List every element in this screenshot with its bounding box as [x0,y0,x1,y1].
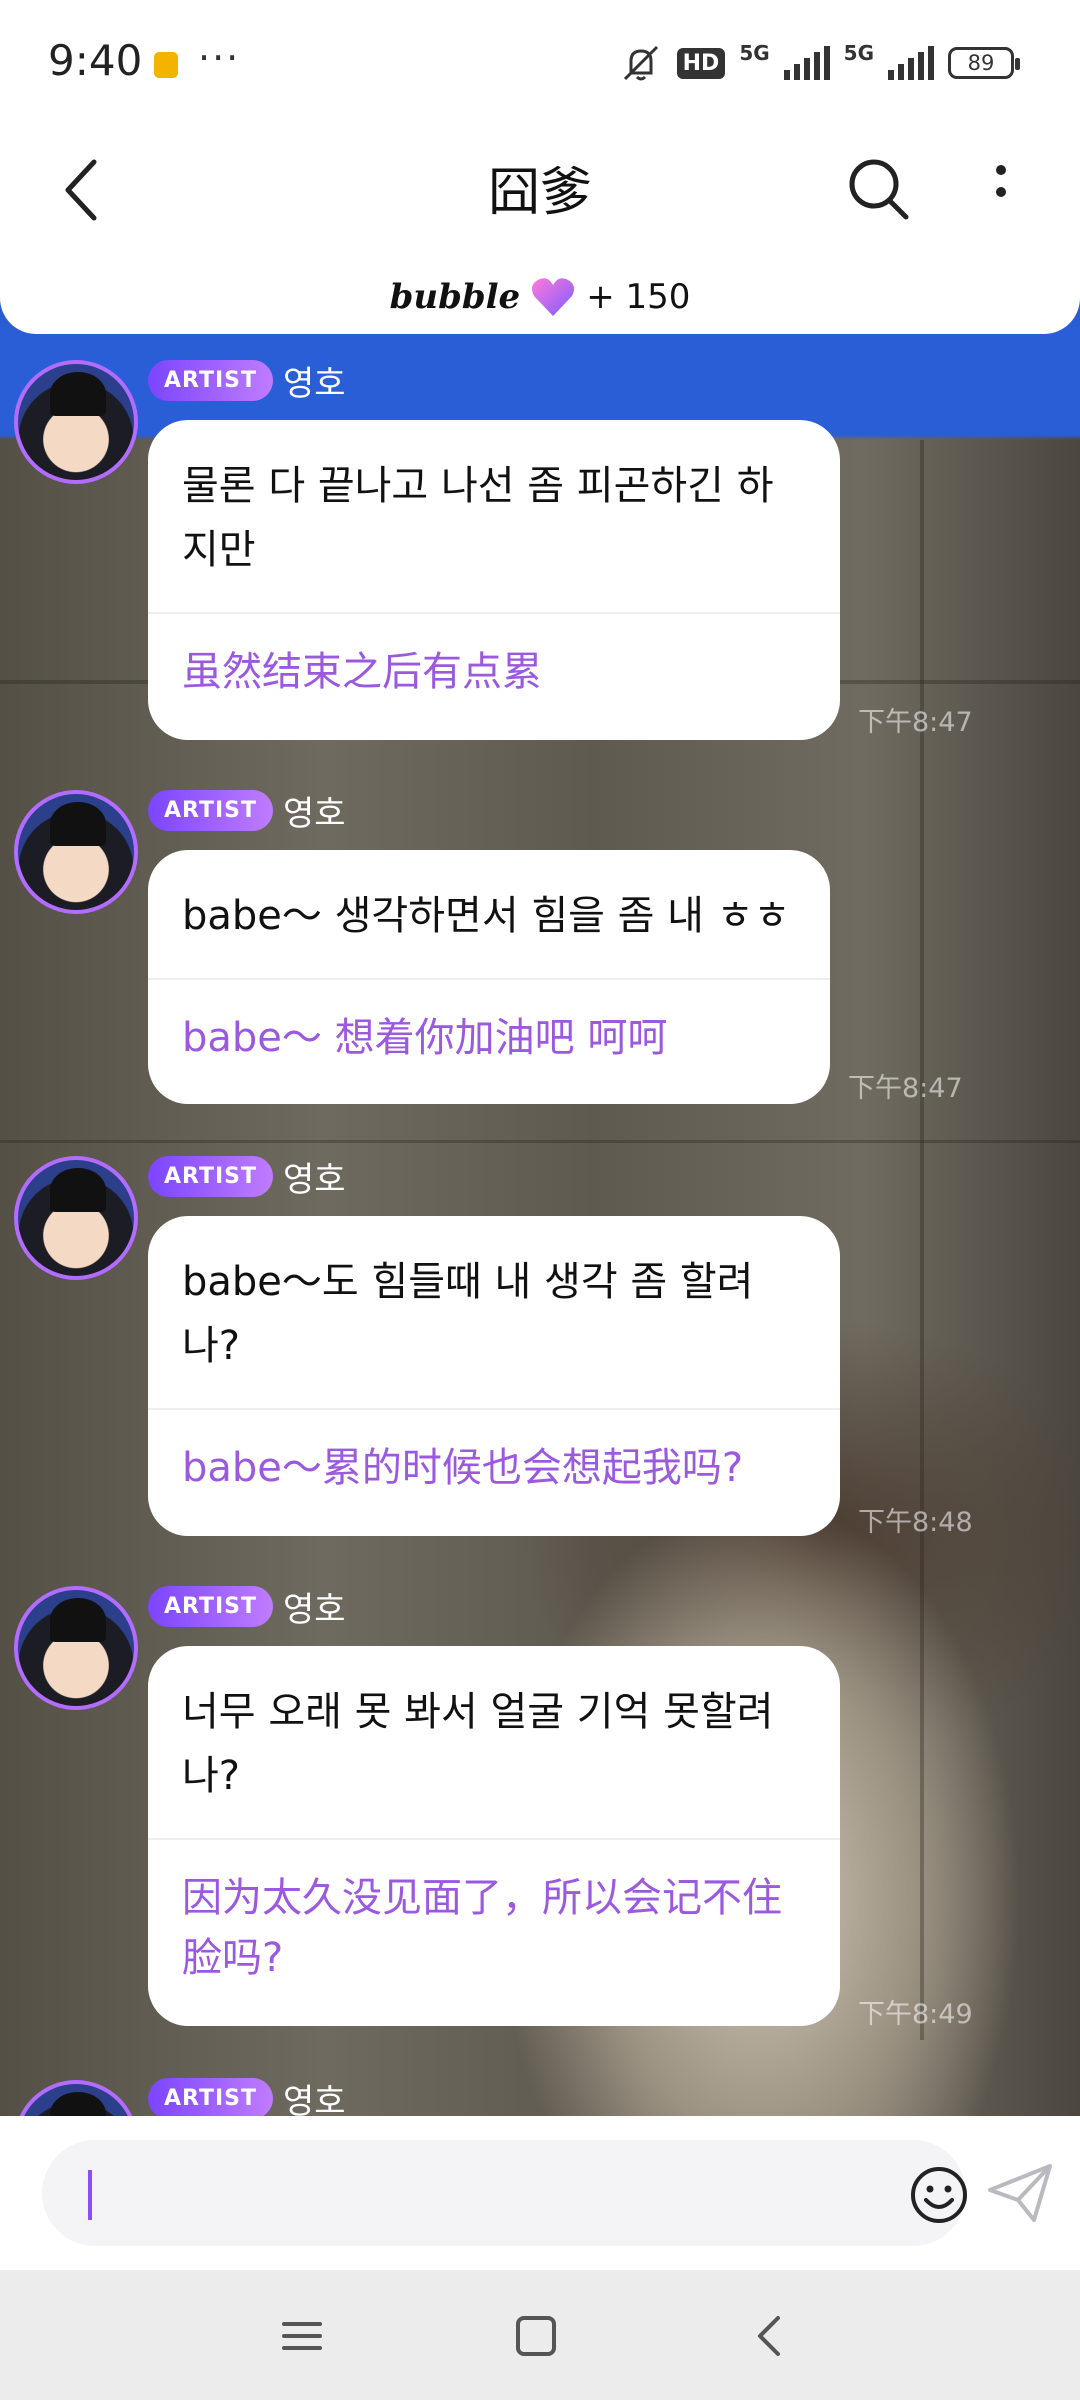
recents-button[interactable] [274,2308,330,2364]
network-type-2: 5G [843,41,874,65]
avatar[interactable] [14,2080,138,2116]
artist-badge: ARTIST [148,790,274,831]
message-bubble[interactable]: babe～도 힘들때 내 생각 좀 할려나? babe～累的时候也会想起我吗? [148,1216,840,1536]
avatar[interactable] [14,1586,138,1710]
status-icons: HD 5G 5G 89 [619,40,1020,86]
message-time: 下午8:47 [848,1073,963,1104]
message-bubble[interactable]: 너무 오래 못 봐서 얼굴 기억 못할려나? 因为太久没见面了，所以会记不住脸吗… [148,1646,840,2026]
translation-text: 因为太久没见面了，所以会记不住脸吗? [182,1875,782,1981]
status-bar: 9:40 ··· HD 5G 5G 89 [0,0,1080,120]
bubble-logo: bubble [389,277,521,317]
sender-row: ARTIST 영호 [148,786,346,835]
system-nav-bar [0,2270,1080,2400]
search-button[interactable] [840,146,920,230]
battery-icon: 89 [948,47,1020,79]
heart-icon [532,278,575,316]
battery-level: 89 [967,51,995,75]
background-detail [0,1140,1080,1143]
avatar[interactable] [14,1156,138,1280]
emoji-button[interactable] [908,2164,970,2226]
send-button[interactable] [984,2158,1056,2230]
sender-name: 영호 [283,1160,346,1200]
translation-text: babe～累的时候也会想起我吗? [182,1445,744,1491]
menu-icon [282,2322,322,2350]
message-time: 下午8:49 [858,1999,973,2030]
message-text: babe～ 생각하면서 힘을 좀 내 ㅎㅎ [182,893,791,939]
bubble-count: + 150 [586,277,691,317]
message-time: 下午8:48 [858,1507,973,1538]
square-icon [516,2316,556,2356]
message-text: 너무 오래 못 봐서 얼굴 기억 못할려나? [182,1689,774,1799]
status-time: 9:40 [48,36,143,85]
smiley-icon [911,2167,967,2223]
sender-name: 영호 [283,1590,346,1630]
message-input[interactable] [42,2140,967,2246]
message-input-bar [0,2116,1080,2270]
app-header: 囧爹 [0,120,1080,260]
more-vertical-icon [996,165,1006,197]
message-bubble[interactable]: babe～ 생각하면서 힘을 좀 내 ㅎㅎ babe～ 想着你加油吧 呵呵 [148,850,830,1104]
system-back-button[interactable] [744,2308,800,2364]
artist-badge: ARTIST [148,2078,274,2116]
sender-row: ARTIST 영호 [148,2074,346,2116]
sender-name: 영호 [283,794,346,834]
sender-name: 영호 [283,364,346,404]
chat-area[interactable]: ARTIST 영호 물론 다 끝나고 나선 좀 피곤하긴 하지만 虽然结束之后有… [0,260,1080,2116]
artist-badge: ARTIST [148,1156,274,1197]
background-detail [920,440,924,2040]
network-type-1: 5G [739,41,770,65]
message-time: 下午8:47 [858,707,973,738]
translation-text: babe～ 想着你加油吧 呵呵 [182,1015,668,1061]
bubble-banner[interactable]: bubble + 150 [0,260,1080,334]
sender-name: 영호 [283,2082,346,2116]
signal-icon-2 [888,46,934,80]
avatar[interactable] [14,790,138,914]
more-notifications-icon: ··· [198,36,241,80]
sender-row: ARTIST 영호 [148,356,346,405]
artist-badge: ARTIST [148,360,274,401]
text-cursor [88,2170,92,2220]
avatar[interactable] [14,360,138,484]
artist-badge: ARTIST [148,1586,274,1627]
signal-icon-1 [783,46,830,80]
notification-icon [154,52,178,78]
home-button[interactable] [508,2308,564,2364]
send-icon [988,2164,1052,2222]
message-bubble[interactable]: 물론 다 끝나고 나선 좀 피곤하긴 하지만 虽然结束之后有点累 [148,420,840,740]
sender-row: ARTIST 영호 [148,1582,346,1631]
message-text: babe～도 힘들때 내 생각 좀 할려나? [182,1259,754,1369]
search-icon [849,159,909,220]
mute-vibrate-icon [623,45,658,81]
sender-row: ARTIST 영호 [148,1152,346,1201]
hd-voice-icon: HD [676,47,726,79]
more-options-button[interactable] [976,146,1026,230]
message-text: 물론 다 끝나고 나선 좀 피곤하긴 하지만 [182,463,774,573]
chevron-left-icon [758,2316,780,2356]
translation-text: 虽然结束之后有点累 [182,649,542,695]
